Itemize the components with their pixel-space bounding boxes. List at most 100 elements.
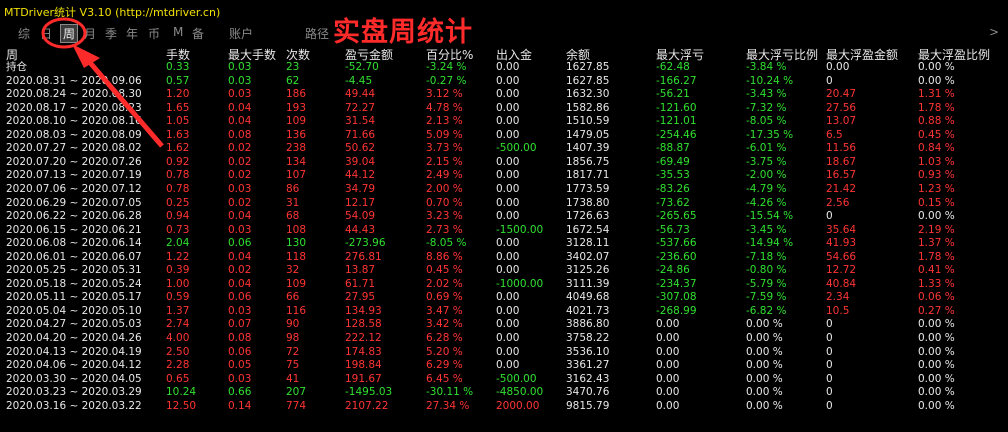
cell-pct: 0.69 %	[426, 291, 463, 304]
table-row[interactable]: 2020.04.27 ~ 2020.05.03 2.74 0.07 90 128.58 3…	[0, 318, 1008, 331]
cell-max-lots: 0.06	[228, 291, 252, 304]
cell-pnl: 50.62	[345, 142, 376, 155]
table-row[interactable]: 2020.05.11 ~ 2020.05.17 0.59 0.06 66 27.95 0.…	[0, 291, 1008, 304]
tab-7[interactable]: M	[173, 25, 183, 39]
tab-4[interactable]: 季	[105, 25, 117, 42]
table-row[interactable]: 2020.06.08 ~ 2020.06.14 2.04 0.06 130 -273.9…	[0, 237, 1008, 250]
cell-bal: 3361.27	[566, 359, 610, 372]
table-row[interactable]: 2020.04.06 ~ 2020.04.12 2.28 0.05 75 198.84 6…	[0, 359, 1008, 372]
cell-pct: 5.20 %	[426, 345, 463, 358]
table-row[interactable]: 2020.05.18 ~ 2020.05.24 1.00 0.04 109 61.71 2…	[0, 278, 1008, 291]
cell-bal: 1773.59	[566, 182, 610, 195]
cell-dep: -1500.00	[496, 223, 544, 236]
table-row[interactable]: 2020.08.31 ~ 2020.09.06 0.57 0.03 62 -4.45 -0…	[0, 75, 1008, 88]
cell-dep: 0.00	[496, 210, 520, 223]
cell-bal: 1672.54	[566, 223, 610, 236]
cell-period: 2020.04.06 ~ 2020.04.12	[6, 359, 142, 372]
table-row[interactable]: 2020.03.16 ~ 2020.03.22 12.50 0.14 774 2107.…	[0, 400, 1008, 413]
cell-lots: 0.94	[166, 210, 190, 223]
tab-5[interactable]: 年	[126, 25, 138, 42]
cell-max-lots: 0.03	[228, 74, 252, 87]
chevron-right-icon[interactable]: >	[989, 25, 999, 39]
cell-bal: 3162.43	[566, 372, 610, 385]
cell-mfp: 2.56	[826, 196, 850, 209]
cell-mfpr: 0.15 %	[918, 196, 955, 209]
cell-mfl: -307.08	[656, 291, 697, 304]
table-row[interactable]: 2020.03.23 ~ 2020.03.29 10.24 0.66 207 -1495…	[0, 386, 1008, 399]
cell-mfp: 0	[826, 210, 833, 223]
path-label[interactable]: 路径	[305, 25, 329, 42]
cell-mfl: -121.01	[656, 115, 697, 128]
cell-trades: 116	[286, 304, 307, 317]
cell-mfl: -35.53	[656, 169, 690, 182]
table-row[interactable]: 2020.06.22 ~ 2020.06.28 0.94 0.04 68 54.09 3.…	[0, 210, 1008, 223]
cell-mfl: 0.00	[656, 318, 680, 331]
cell-period: 2020.07.20 ~ 2020.07.26	[6, 155, 142, 168]
cell-trades: 136	[286, 128, 307, 141]
cell-dep: 0.00	[496, 74, 520, 87]
cell-dep: -1000.00	[496, 277, 544, 290]
tab-6[interactable]: 币	[148, 25, 160, 42]
tab-2[interactable]: 周	[60, 24, 79, 43]
table-row[interactable]: 2020.05.25 ~ 2020.05.31 0.39 0.02 32 13.87 0.…	[0, 264, 1008, 277]
tab-1[interactable]: 日	[40, 25, 52, 42]
cell-mfpr: 1.31 %	[918, 88, 955, 101]
title-bar: MTDriver统计 V3.10 (http://mtdriver.cn)	[0, 0, 1008, 22]
cell-dep: 0.00	[496, 155, 520, 168]
cell-mfpr: 1.78 %	[918, 101, 955, 114]
cell-mflr: 0.00 %	[746, 345, 783, 358]
tab-0[interactable]: 综	[18, 25, 30, 42]
cell-mflr: 0.00 %	[746, 372, 783, 385]
cell-lots: 0.57	[166, 74, 190, 87]
cell-mfl: -56.73	[656, 223, 690, 236]
cell-period: 2020.05.11 ~ 2020.05.17	[6, 291, 142, 304]
table-row[interactable]: 2020.04.13 ~ 2020.04.19 2.50 0.06 72 174.83 5…	[0, 346, 1008, 359]
cell-pct: -3.24 %	[426, 61, 467, 73]
cell-mfpr: 1.23 %	[918, 182, 955, 195]
cell-mfpr: 0.00 %	[918, 318, 955, 331]
cell-period: 2020.04.27 ~ 2020.05.03	[6, 318, 142, 331]
cell-pnl: 174.83	[345, 345, 382, 358]
table-row[interactable]: 2020.06.29 ~ 2020.07.05 0.25 0.02 31 12.17 0.…	[0, 197, 1008, 210]
cell-max-lots: 0.03	[228, 61, 252, 73]
cell-mfp: 40.84	[826, 277, 857, 290]
tab-8[interactable]: 备	[192, 25, 204, 42]
cell-pnl: 198.84	[345, 359, 382, 372]
cell-max-lots: 0.02	[228, 155, 252, 168]
table-row[interactable]: 2020.07.27 ~ 2020.08.02 1.62 0.02 238 50.62 3…	[0, 142, 1008, 155]
table-row[interactable]: 2020.06.01 ~ 2020.06.07 1.22 0.04 118 276.81…	[0, 251, 1008, 264]
cell-pnl: 39.04	[345, 155, 376, 168]
table-row[interactable]: 2020.07.20 ~ 2020.07.26 0.92 0.02 134 39.04 2…	[0, 156, 1008, 169]
table-row[interactable]: 2020.08.10 ~ 2020.08.16 1.05 0.04 109 31.54 2…	[0, 115, 1008, 128]
cell-mflr: 0.00 %	[746, 359, 783, 372]
cell-trades: 109	[286, 277, 307, 290]
cell-pnl: 54.09	[345, 210, 376, 223]
cell-mfpr: 1.03 %	[918, 155, 955, 168]
cell-pnl: 191.67	[345, 372, 382, 385]
table-row[interactable]: 2020.04.20 ~ 2020.04.26 4.00 0.08 98 222.12 6…	[0, 332, 1008, 345]
table-row[interactable]: 2020.07.06 ~ 2020.07.12 0.78 0.03 86 34.79 2.…	[0, 183, 1008, 196]
cell-period: 2020.03.23 ~ 2020.03.29	[6, 386, 142, 399]
cell-bal: 1738.80	[566, 196, 610, 209]
cell-pct: 2.13 %	[426, 115, 463, 128]
table-row[interactable]: 2020.05.04 ~ 2020.05.10 1.37 0.03 116 134.93…	[0, 305, 1008, 318]
cell-pct: -30.11 %	[426, 386, 474, 399]
cell-dep: 0.00	[496, 101, 520, 114]
table-row[interactable]: 持仓 0.33 0.03 23 -52.70 -3.24 % 0.00 1627.85 -62.…	[0, 61, 1008, 74]
table-row[interactable]: 2020.03.30 ~ 2020.04.05 0.65 0.03 41 191.67 6…	[0, 373, 1008, 386]
cell-bal: 4049.68	[566, 291, 610, 304]
cell-dep: 0.00	[496, 291, 520, 304]
table-row[interactable]: 2020.07.13 ~ 2020.07.19 0.78 0.02 107 44.12 2…	[0, 169, 1008, 182]
cell-mfl: 0.00	[656, 386, 680, 399]
table-row[interactable]: 2020.06.15 ~ 2020.06.21 0.73 0.03 108 44.43 2…	[0, 224, 1008, 237]
cell-pnl: -1495.03	[345, 386, 393, 399]
tab-9[interactable]: 账户	[229, 25, 253, 42]
table-row[interactable]: 2020.08.17 ~ 2020.08.23 1.65 0.04 193 72.27 4…	[0, 102, 1008, 115]
cell-mfpr: 0.93 %	[918, 169, 955, 182]
table-row[interactable]: 2020.08.03 ~ 2020.08.09 1.63 0.08 136 71.66 5…	[0, 129, 1008, 142]
table-row[interactable]: 2020.08.24 ~ 2020.08.30 1.20 0.03 186 49.44 3…	[0, 88, 1008, 101]
tab-3[interactable]: 月	[84, 25, 96, 42]
cell-pct: 6.45 %	[426, 372, 463, 385]
cell-pnl: 13.87	[345, 264, 376, 277]
cell-lots: 1.37	[166, 304, 190, 317]
